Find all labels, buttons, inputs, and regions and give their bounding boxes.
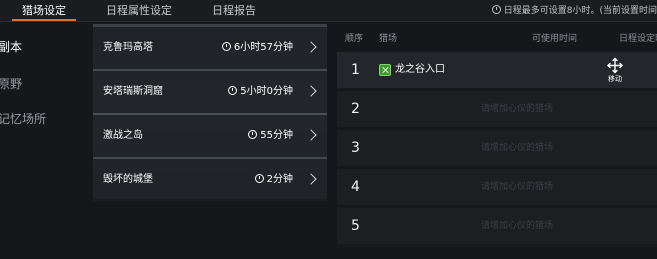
- dungeon-time: 5小时0分钟: [228, 71, 293, 113]
- category-dungeon[interactable]: 副本: [0, 38, 22, 55]
- dungeon-name: 克鲁玛高塔: [103, 42, 153, 53]
- empty-slot-placeholder: 请增加心仪的猎场: [481, 182, 554, 192]
- dungeon-item-ruined-castle[interactable]: 毁坏的城堡 2分钟: [93, 159, 327, 201]
- dungeon-time-text: 2分钟: [266, 174, 293, 185]
- dungeon-time-text: 6小时57分钟: [233, 42, 293, 53]
- dungeon-item-kruma-tower[interactable]: 克鲁玛高塔 6小时57分钟: [93, 27, 327, 69]
- header-available-time: 可使用时间: [532, 34, 578, 44]
- dungeon-time-text: 5小时0分钟: [240, 86, 293, 97]
- category-memory-place[interactable]: 记忆场所: [0, 110, 46, 127]
- clock-icon: [221, 42, 231, 51]
- clock-icon: [491, 5, 501, 14]
- header-order: 顺序: [345, 34, 364, 44]
- move-label: 移动: [608, 75, 622, 83]
- dungeon-time-text: 55分钟: [260, 130, 293, 141]
- empty-slot-placeholder: 请增加心仪的猎场: [481, 104, 554, 114]
- schedule-row[interactable]: 2 请增加心仪的猎场: [337, 91, 657, 127]
- clock-icon: [248, 130, 258, 139]
- header-hunting-ground: 猎场: [379, 34, 398, 44]
- category-field[interactable]: 原野: [0, 75, 22, 92]
- row-number: 4: [351, 179, 360, 195]
- row-number: 1: [351, 62, 360, 78]
- chevron-right-icon: [305, 41, 317, 53]
- move-button[interactable]: 移动: [603, 57, 627, 85]
- row-number: 2: [351, 101, 360, 117]
- dungeon-name: 激战之岛: [103, 130, 143, 141]
- dungeon-name: 安塔瑞斯洞窟: [103, 86, 163, 97]
- tab-bar: 猎场设定 日程属性设定 日程报告 日程最多可设置8小时。(当前设置时间: [0, 0, 657, 22]
- schedule-limit-notice: 日程最多可设置8小时。(当前设置时间: [491, 0, 657, 22]
- notice-text: 日程最多可设置8小时。(当前设置时间: [503, 6, 657, 16]
- chevron-right-icon: [305, 129, 317, 141]
- move-arrows-icon: [607, 57, 623, 74]
- schedule-row[interactable]: 4 请增加心仪的猎场: [337, 169, 657, 205]
- crossed-swords-icon: [379, 64, 391, 76]
- dungeon-time: 55分钟: [248, 115, 293, 157]
- tab-schedule-attribute-settings[interactable]: 日程属性设定: [106, 0, 172, 22]
- clock-icon: [254, 174, 264, 183]
- row-number: 3: [351, 140, 360, 156]
- row-number: 5: [351, 218, 360, 234]
- dungeon-name: 毁坏的城堡: [103, 174, 153, 185]
- chevron-right-icon: [305, 85, 317, 97]
- header-schedule-time: 日程设定时: [619, 34, 657, 44]
- empty-slot-placeholder: 请增加心仪的猎场: [481, 221, 554, 231]
- dungeon-item-battle-island[interactable]: 激战之岛 55分钟: [93, 115, 327, 157]
- schedule-row[interactable]: 3 请增加心仪的猎场: [337, 130, 657, 166]
- chevron-right-icon: [305, 173, 317, 185]
- clock-icon: [228, 86, 238, 95]
- schedule-row[interactable]: 5 请增加心仪的猎场: [337, 208, 657, 244]
- dungeon-item-antharas-cave[interactable]: 安塔瑞斯洞窟 5小时0分钟: [93, 71, 327, 113]
- dungeon-time: 6小时57分钟: [221, 27, 293, 69]
- schedule-row[interactable]: 1 龙之谷入口 移动: [337, 52, 657, 88]
- active-tab-indicator: [12, 19, 76, 21]
- empty-slot-placeholder: 请增加心仪的猎场: [481, 143, 554, 153]
- hunting-ground-name: 龙之谷入口: [395, 64, 445, 75]
- tab-schedule-report[interactable]: 日程报告: [212, 0, 256, 22]
- schedule-table-header: 顺序 猎场 可使用时间 日程设定时: [337, 31, 657, 45]
- dungeon-time: 2分钟: [254, 159, 293, 201]
